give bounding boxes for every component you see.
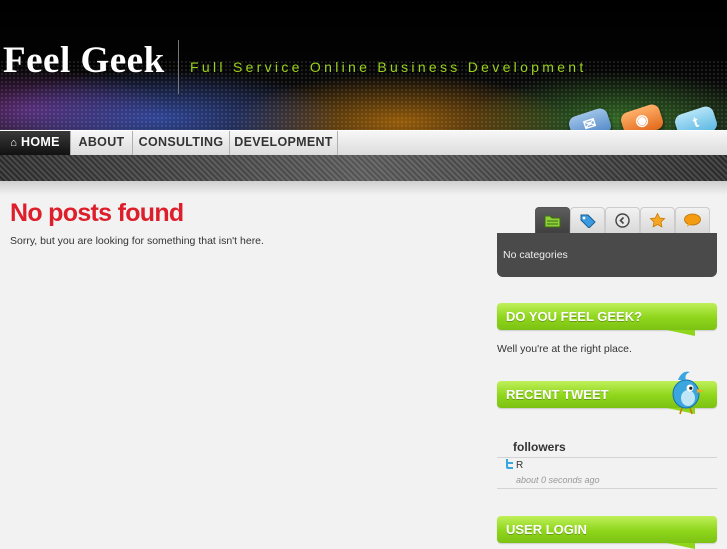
nav-item-consulting[interactable]: CONSULTING [133,131,230,155]
clock-icon [615,213,630,228]
widget-title: DO YOU FEEL GEEK? [506,309,643,324]
nav-item-label: DEVELOPMENT [234,135,333,149]
site-logo[interactable]: Feel Geek [3,42,165,79]
not-found-message: Sorry, but you are looking for something… [10,235,264,247]
tab-popular[interactable] [640,207,675,234]
site-tagline: Full Service Online Business Development [190,59,587,75]
main-navigation: ⌂ HOME ABOUT CONSULTING DEVELOPMENT [0,130,727,161]
nav-item-about[interactable]: ABOUT [71,131,133,155]
tweet-divider [497,457,717,458]
widget-notch [667,330,695,336]
site-header: Feel Geek Full Service Online Business D… [0,0,727,132]
twitter-bird-icon [672,371,704,415]
feel-geek-widget-header: DO YOU FEEL GEEK? [497,303,717,336]
folder-icon [544,215,561,228]
tweet-divider [497,488,717,489]
subbar-shadow [0,181,727,195]
logo-divider [178,40,179,94]
nav-item-development[interactable]: DEVELOPMENT [230,131,338,155]
tab-comments[interactable] [675,207,710,234]
widget-title: RECENT TWEET [506,387,609,402]
tab-panel: No categories [497,233,717,277]
tag-icon [580,214,596,228]
widget-title: USER LOGIN [506,522,587,537]
nav-item-label: HOME [21,135,60,149]
widget-notch [667,543,695,549]
nav-item-label: CONSULTING [138,135,224,149]
tab-tags[interactable] [570,207,605,234]
comment-icon [684,213,701,227]
page-title: No posts found [10,199,184,227]
tweet-text: R [516,460,524,471]
nav-item-home[interactable]: ⌂ HOME [0,131,71,161]
tweet-timestamp[interactable]: about 0 seconds ago [516,475,600,485]
tab-archives[interactable] [605,207,640,234]
home-icon: ⌂ [10,137,18,149]
textured-subbar [0,155,727,181]
twitter-t-icon [506,459,513,469]
tab-categories[interactable] [535,207,570,234]
followers-label[interactable]: followers [513,440,566,454]
tab-panel-text: No categories [503,249,568,261]
user-login-widget-header: USER LOGIN [497,516,717,549]
nav-item-label: ABOUT [78,135,125,149]
star-icon [649,213,666,228]
feel-geek-text: Well you're at the right place. [497,343,632,355]
